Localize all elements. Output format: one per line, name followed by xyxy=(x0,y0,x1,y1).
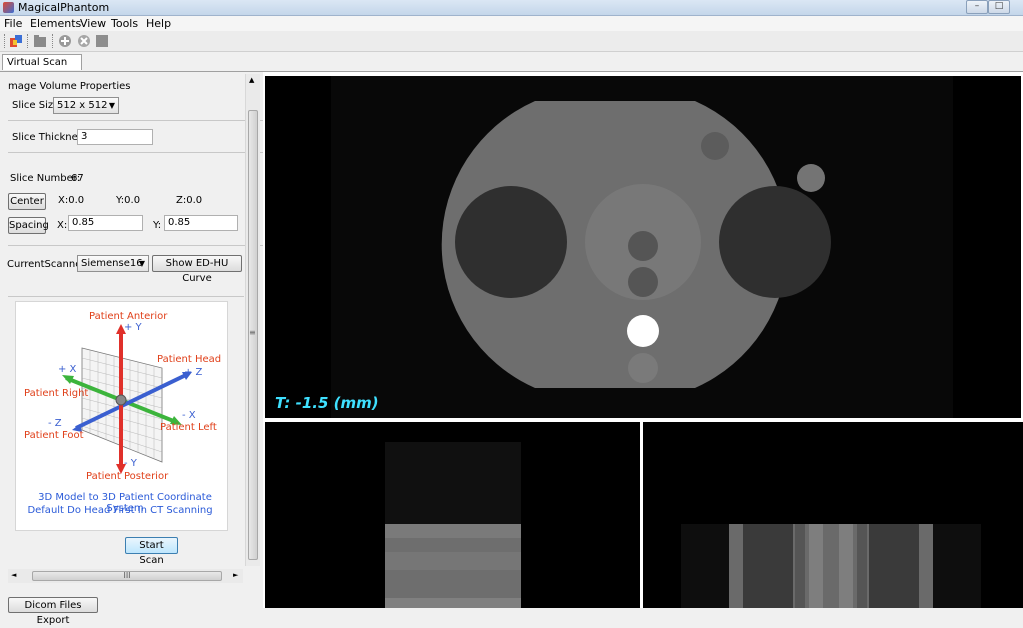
insert-upper xyxy=(628,231,658,261)
patient-foot-label: Patient Foot xyxy=(24,430,84,441)
small-insert-1 xyxy=(701,132,729,160)
axial-slice-image xyxy=(331,76,953,418)
toolbar-separator xyxy=(52,34,55,48)
stop-icon[interactable] xyxy=(95,34,109,48)
coronal-view[interactable] xyxy=(643,422,1023,608)
section-title: mage Volume Properties xyxy=(8,81,131,92)
scroll-left-icon[interactable]: ◄ xyxy=(11,571,16,579)
minus-z-label: - Z xyxy=(48,418,62,429)
menu-view[interactable]: View xyxy=(80,17,106,30)
remove-icon[interactable] xyxy=(77,34,91,48)
patient-head-label: Patient Head xyxy=(157,354,222,365)
coronal-slice-image xyxy=(681,524,981,608)
center-button[interactable]: Center xyxy=(8,193,46,210)
sagittal-view[interactable] xyxy=(265,422,640,608)
title-bar: MagicalPhantom – □ xyxy=(0,0,1023,16)
patient-left-label: Patient Left xyxy=(160,422,217,433)
patient-anterior-label: Patient Anterior xyxy=(89,311,168,322)
center-x-value: X:0.0 xyxy=(58,195,85,206)
thickness-overlay: T: -1.5 (mm) xyxy=(275,394,379,412)
menu-tools[interactable]: Tools xyxy=(111,17,138,30)
start-scan-button[interactable]: Start Scan xyxy=(125,537,178,566)
minus-x-label: - X xyxy=(182,410,196,421)
slice-number-label: Slice Number: xyxy=(10,173,81,184)
scanner-value: Siemense16 xyxy=(81,258,143,269)
viewer-area: T: -1.5 (mm) xyxy=(263,72,1023,608)
patient-posterior-label: Patient Posterior xyxy=(86,471,169,482)
app-icon xyxy=(3,2,14,13)
right-lung-insert xyxy=(719,186,831,298)
patient-right-label: Patient Right xyxy=(24,388,89,399)
plus-z-label: + Z xyxy=(184,367,203,378)
grip-icon: ≡ xyxy=(249,328,256,337)
center-z-value: Z:0.0 xyxy=(176,195,203,206)
divider xyxy=(8,296,244,297)
caption-line-2: Default Do Head First In CT Scanning xyxy=(27,505,213,516)
divider xyxy=(8,245,264,246)
toolbar-separator xyxy=(27,34,30,48)
window-title: MagicalPhantom xyxy=(18,1,110,14)
chevron-down-icon: ▼ xyxy=(108,101,115,110)
slice-thickness-input[interactable]: 3 xyxy=(77,129,153,145)
spacing-button[interactable]: Spacing xyxy=(8,217,49,234)
divider xyxy=(8,120,264,121)
menu-file[interactable]: File xyxy=(4,17,22,30)
vertical-scrollbar[interactable]: ▲ ≡ xyxy=(245,74,260,566)
slice-size-select[interactable]: 512 x 512 ▼ xyxy=(53,97,119,114)
horizontal-scrollbar[interactable]: ◄ III ► xyxy=(8,569,243,583)
plus-x-label: + X xyxy=(58,364,77,375)
folder-icon[interactable] xyxy=(33,34,47,48)
maximize-button[interactable]: □ xyxy=(988,0,1010,14)
toolbar-grip xyxy=(4,34,7,48)
spacing-y-input[interactable]: 0.85 xyxy=(164,215,238,231)
bottom-insert xyxy=(628,353,658,383)
chevron-down-icon: ▼ xyxy=(138,259,145,268)
sagittal-slice-image xyxy=(385,442,521,608)
plus-y-label: + Y xyxy=(124,322,142,333)
slice-size-value: 512 x 512 xyxy=(57,100,108,111)
axial-view[interactable]: T: -1.5 (mm) xyxy=(265,76,1021,418)
minimize-button[interactable]: – xyxy=(966,0,988,14)
small-insert-2 xyxy=(797,164,825,192)
add-icon[interactable] xyxy=(58,34,72,48)
spacing-x-label: X: xyxy=(57,220,68,231)
horizontal-scroll-thumb[interactable]: III xyxy=(32,571,222,581)
menu-elements[interactable]: Elements xyxy=(30,17,81,30)
coordinate-system-figure: Patient Anterior + Y Patient Head + Z + … xyxy=(15,301,228,531)
minus-y-label: - Y xyxy=(124,458,137,469)
dicom-files-export-button[interactable]: Dicom Files Export xyxy=(8,597,98,626)
scanner-select[interactable]: Siemense16 ▼ xyxy=(77,255,149,272)
phantom-icon[interactable] xyxy=(9,34,23,48)
divider xyxy=(8,152,264,153)
bone-insert xyxy=(627,315,659,347)
center-y-value: Y:0.0 xyxy=(116,195,141,206)
menu-bar: File Elements View Tools Help xyxy=(0,16,1023,31)
slice-number-value: 67 xyxy=(71,173,84,184)
left-lung-insert xyxy=(455,186,567,298)
properties-panel: mage Volume Properties Slice Size: 512 x… xyxy=(0,72,264,626)
toolbar xyxy=(0,31,1023,52)
tab-virtual-scan-view[interactable]: Virtual Scan View xyxy=(2,54,82,84)
insert-lower xyxy=(628,267,658,297)
spacing-y-label: Y: xyxy=(153,220,162,231)
origin-point xyxy=(115,394,127,406)
menu-help[interactable]: Help xyxy=(146,17,171,30)
show-ed-hu-curve-button[interactable]: Show ED-HU Curve xyxy=(152,255,242,284)
scroll-right-icon[interactable]: ► xyxy=(233,571,238,579)
scroll-up-icon[interactable]: ▲ xyxy=(249,76,254,84)
spacing-x-input[interactable]: 0.85 xyxy=(68,215,143,231)
tab-strip: Virtual Scan View xyxy=(0,52,1023,84)
